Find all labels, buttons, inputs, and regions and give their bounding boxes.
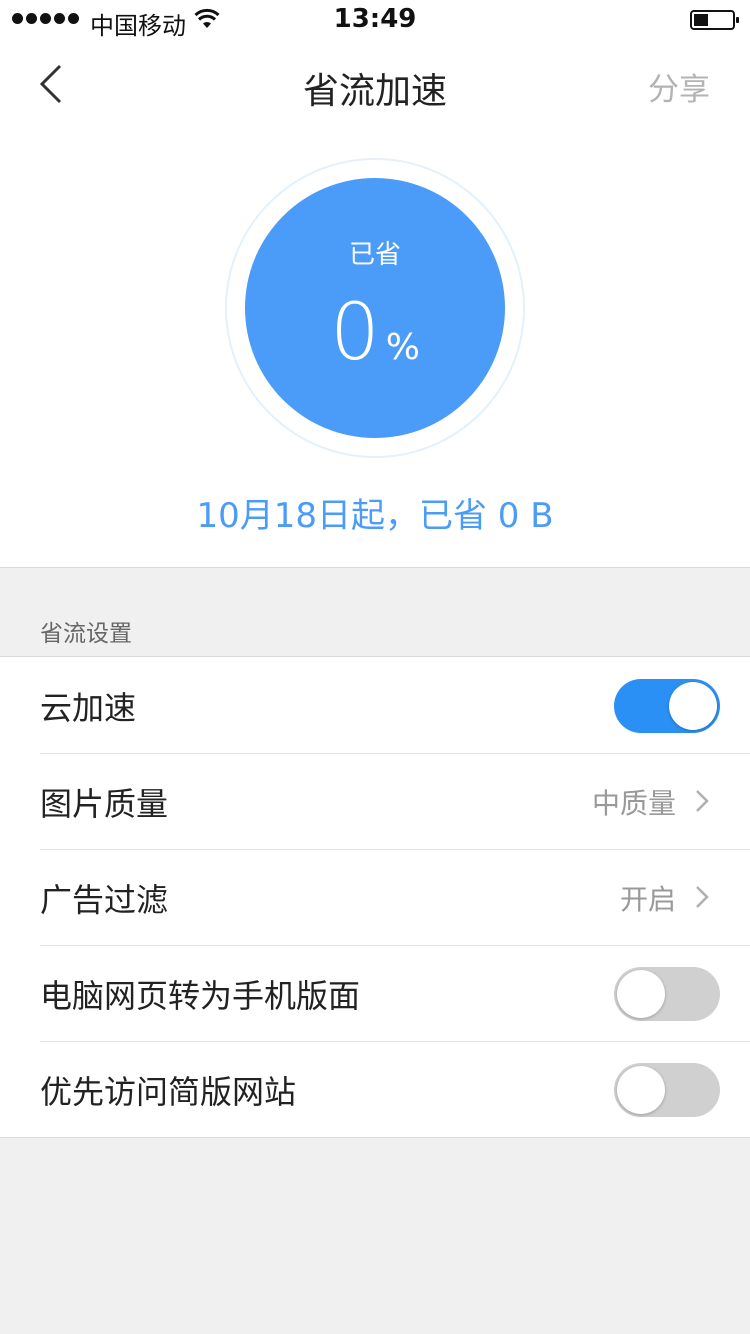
share-button[interactable]: 分享 [648, 64, 710, 109]
setting-lite-sites: 优先访问简版网站 [0, 1041, 750, 1137]
status-bar: 中国移动 13:49 [0, 0, 750, 40]
toggle-knob [617, 1066, 665, 1114]
savings-circle: 已省 0% [245, 178, 505, 438]
battery-icon [690, 10, 739, 30]
chevron-right-icon [696, 886, 709, 908]
toggle-knob [617, 970, 665, 1018]
section-header: 省流设置 [40, 621, 132, 647]
setting-value: 开启 [619, 883, 676, 916]
chevron-right-icon [696, 790, 709, 812]
saved-summary: 10月18日起，已省 0 B [196, 496, 554, 536]
settings-list: 云加速 图片质量 中质量 广告过滤 开启 电脑网页转为手机版面 优先访问简版网站 [0, 656, 750, 1138]
setting-cloud-acceleration: 云加速 [0, 657, 750, 753]
page-title: 省流加速 [302, 71, 447, 112]
saved-percent-value: 0 [330, 288, 380, 378]
setting-label: 云加速 [40, 689, 137, 727]
saved-percent-unit: % [385, 327, 420, 368]
setting-label: 电脑网页转为手机版面 [40, 977, 361, 1015]
setting-label: 图片质量 [40, 785, 169, 823]
savings-panel: 省流加速 分享 已省 0% 10月18日起，已省 0 B [0, 40, 750, 568]
toggle-knob [669, 682, 717, 730]
mobile-layout-toggle[interactable] [614, 967, 720, 1021]
cloud-acceleration-toggle[interactable] [614, 679, 720, 733]
setting-label: 优先访问简版网站 [40, 1073, 297, 1111]
clock: 13:49 [333, 4, 417, 34]
setting-value: 中质量 [591, 787, 676, 820]
setting-mobile-layout: 电脑网页转为手机版面 [0, 945, 750, 1041]
page: 中国移动 13:49 省流加速 分享 已省 0% 10月18日起，已省 0 B … [0, 0, 750, 1334]
lite-sites-toggle[interactable] [614, 1063, 720, 1117]
setting-ad-filter[interactable]: 广告过滤 开启 [0, 849, 750, 945]
nav-bar: 省流加速 分享 [0, 40, 750, 128]
saved-percent: 0% [245, 288, 505, 378]
setting-label: 广告过滤 [40, 881, 169, 919]
setting-image-quality[interactable]: 图片质量 中质量 [0, 753, 750, 849]
saved-label: 已省 [348, 240, 401, 270]
